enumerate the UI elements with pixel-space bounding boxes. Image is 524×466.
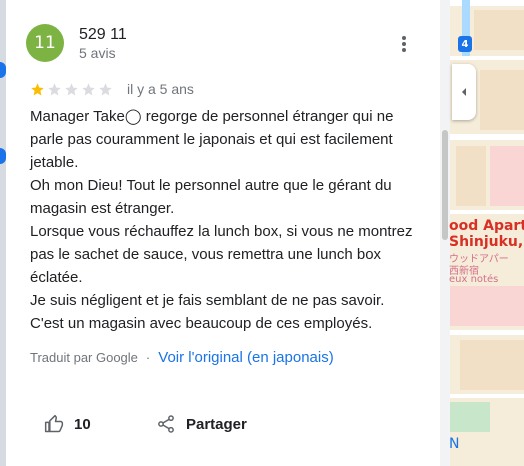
like-count: 10	[74, 415, 91, 433]
review-line: Oh mon Dieu! Tout le personnel autre que…	[30, 177, 392, 217]
review-line: Manager Take◯ regorge de personnel étran…	[30, 108, 394, 171]
star-empty-icon	[65, 82, 78, 95]
more-options-button[interactable]	[392, 32, 416, 56]
translation-row: Traduit par Google · Voir l'original (en…	[30, 349, 334, 366]
like-button[interactable]: 10	[44, 414, 91, 434]
star-empty-icon	[99, 82, 112, 95]
star-empty-icon	[48, 82, 61, 95]
share-label: Partager	[186, 415, 247, 433]
more-vert-icon	[402, 36, 406, 52]
share-icon	[158, 415, 174, 433]
review-line: Lorsque vous réchauffez la lunch box, si…	[30, 223, 413, 286]
review-line: C'est un magasin avec beaucoup de ces em…	[30, 315, 373, 332]
rating-row: il y a 5 ans	[30, 80, 194, 98]
map-place-label[interactable]: ood Apartm	[449, 218, 524, 234]
see-original-link[interactable]: Voir l'original (en japonais)	[158, 349, 333, 366]
map-place-label[interactable]: Shinjuku, T	[449, 234, 524, 250]
map-place-label: N	[449, 436, 460, 452]
avatar[interactable]: 11	[26, 24, 64, 62]
review-line: Je suis négligent et je fais semblant de…	[30, 292, 385, 309]
collapse-panel-button[interactable]	[452, 64, 476, 120]
star-empty-icon	[82, 82, 95, 95]
scrollbar-thumb[interactable]	[442, 130, 448, 240]
metro-station-icon[interactable]: 4	[458, 36, 472, 52]
star-rating	[30, 82, 113, 97]
author-name[interactable]: 529 11	[79, 26, 127, 44]
share-button[interactable]: Partager	[156, 414, 247, 434]
thumb-up-icon	[44, 414, 64, 433]
chevron-left-icon	[462, 88, 466, 96]
author-review-count: 5 avis	[79, 45, 116, 61]
map-place-label[interactable]: eux notés	[449, 274, 498, 285]
star-filled-icon	[31, 82, 44, 95]
review-date: il y a 5 ans	[127, 81, 194, 97]
review-text: Manager Take◯ regorge de personnel étran…	[30, 105, 420, 335]
separator: ·	[145, 350, 151, 365]
translated-by-label: Traduit par Google	[30, 350, 138, 365]
